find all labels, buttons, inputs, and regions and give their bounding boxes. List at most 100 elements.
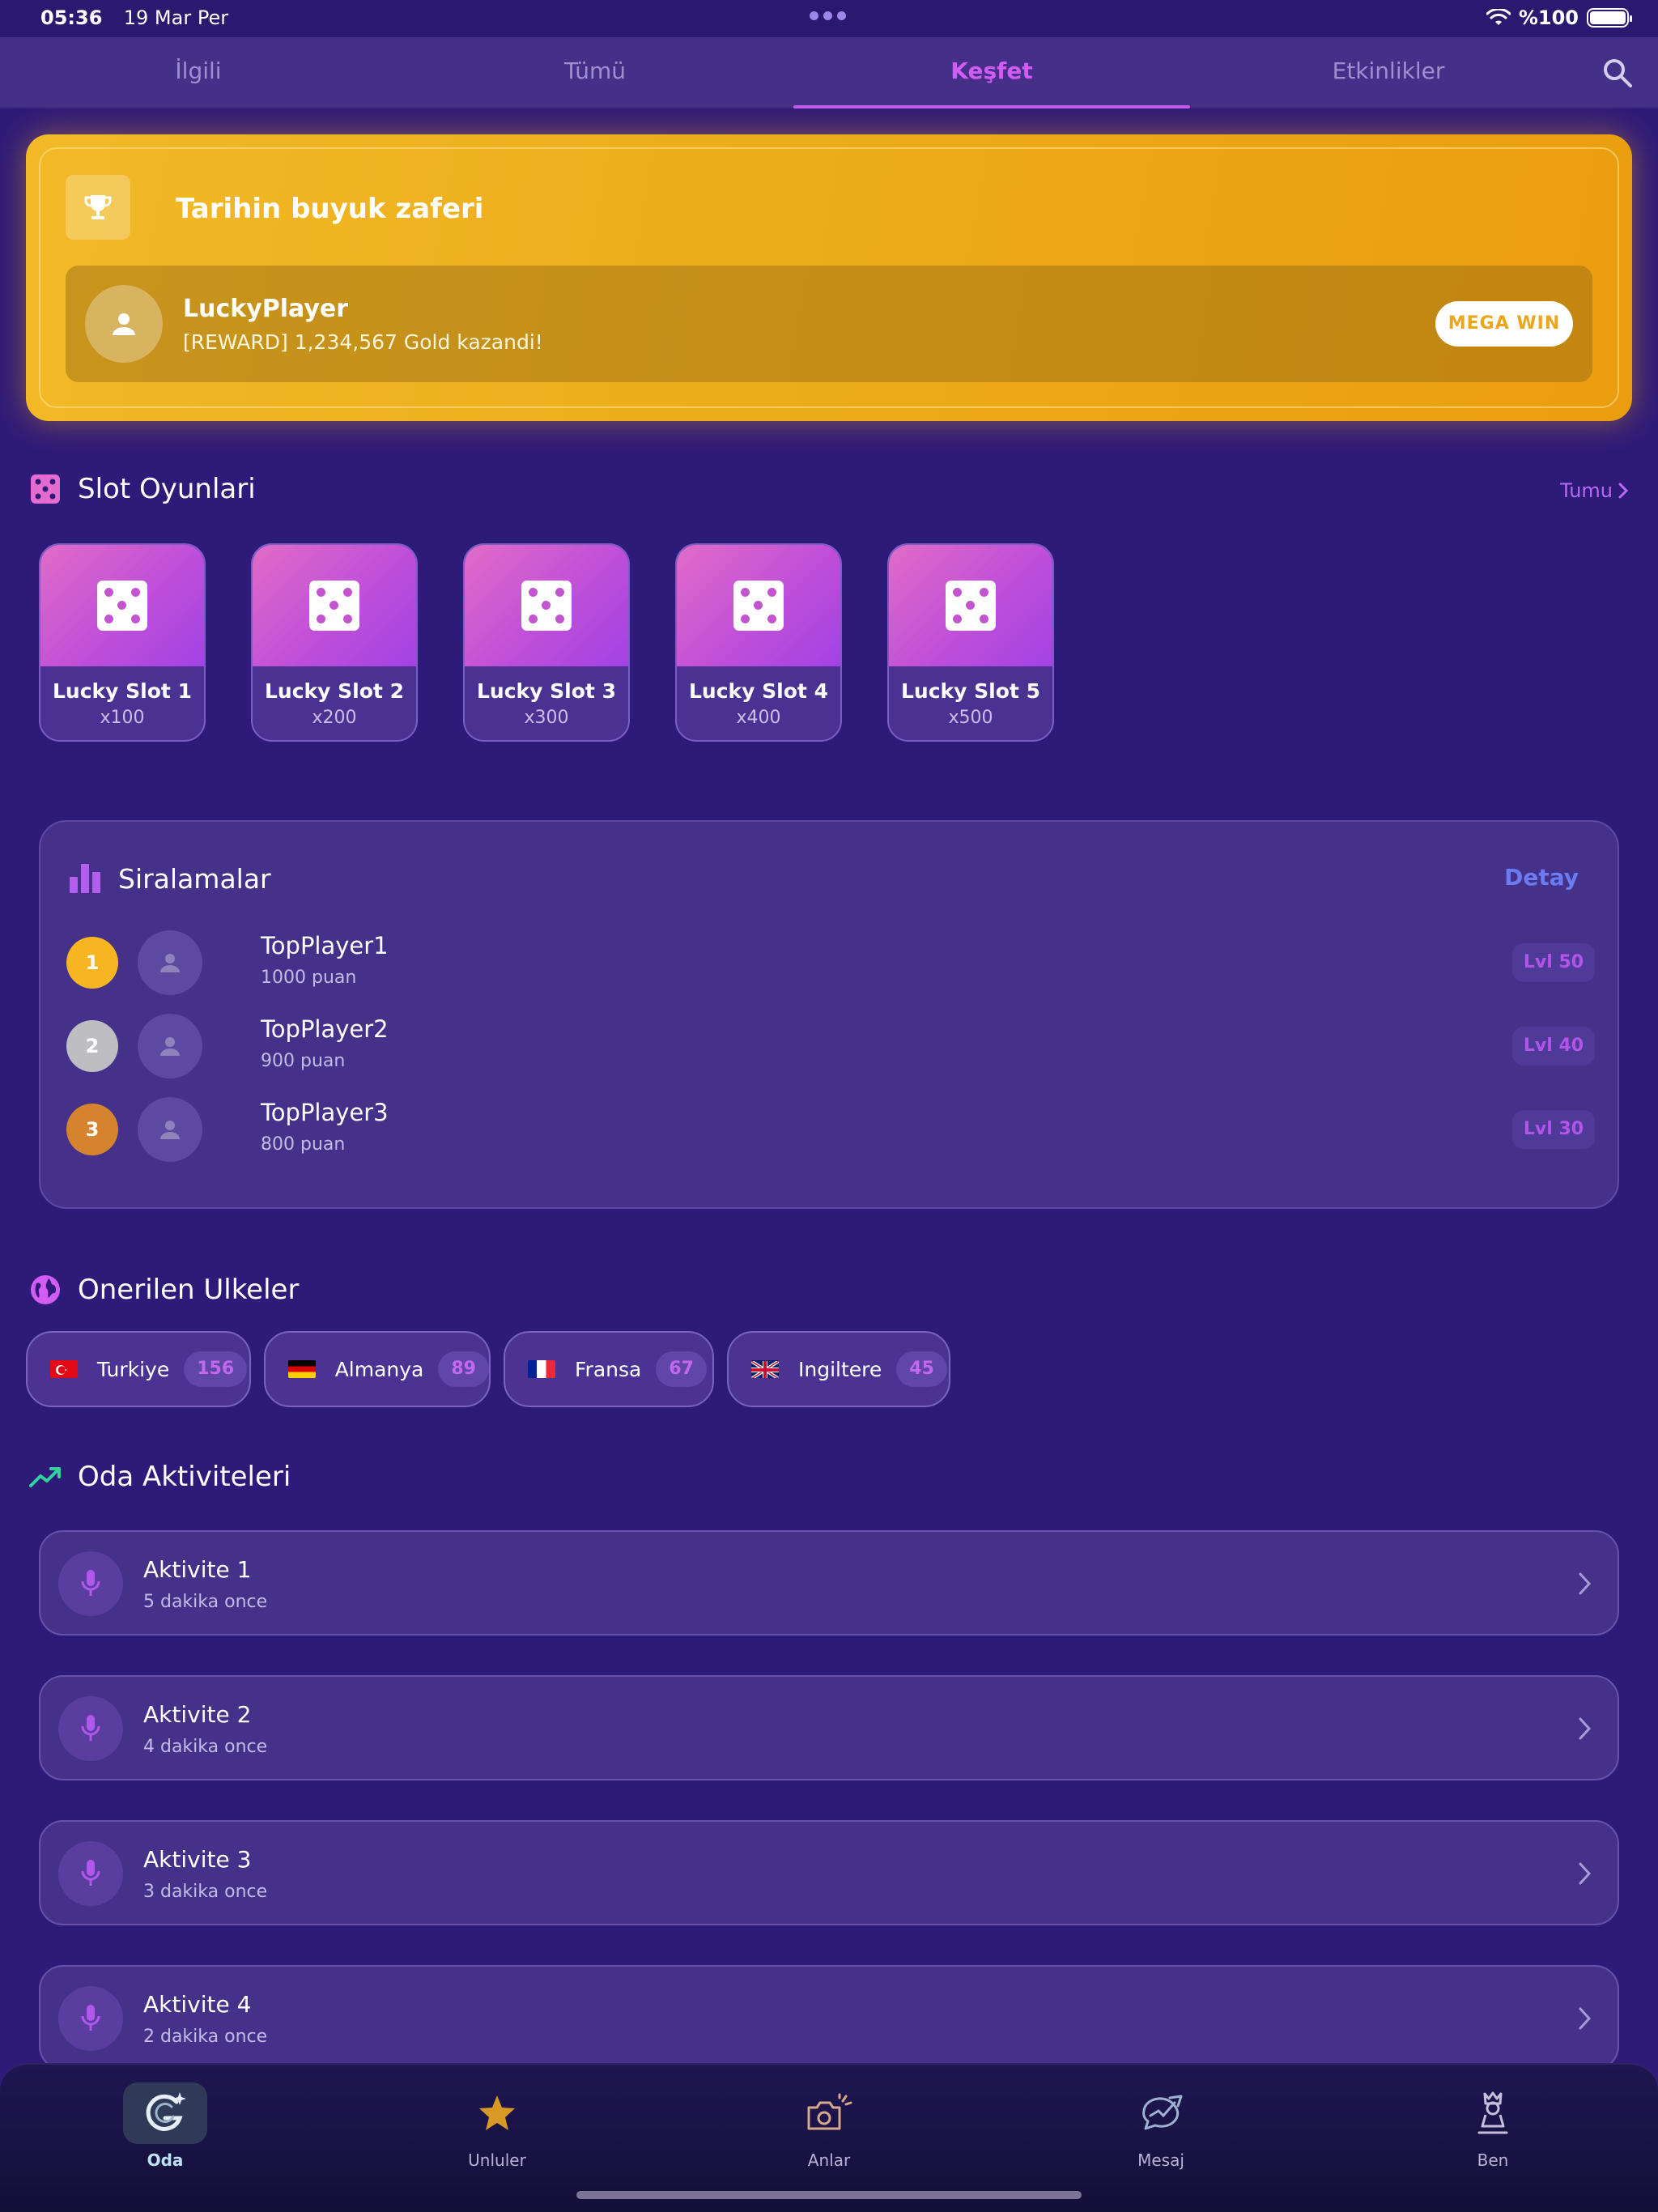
home-indicator[interactable] — [576, 2191, 1082, 2199]
country-chip-turkiye[interactable]: Turkiye 156 — [26, 1331, 251, 1407]
status-date: 19 Mar Per — [123, 6, 229, 29]
slot-card[interactable]: Lucky Slot 4 x400 — [675, 543, 842, 742]
france-flag-icon — [528, 1360, 555, 1378]
wifi-icon — [1486, 9, 1511, 25]
ranking-row[interactable]: 3 TopPlayer3 800 puan Lvl 30 — [66, 1097, 1595, 1162]
nav-mesaj[interactable]: Mesaj — [1080, 2082, 1242, 2170]
battery-percent: %100 — [1518, 6, 1579, 29]
winner-message: [REWARD] 1,234,567 Gold kazandi! — [183, 330, 543, 354]
microphone-icon — [58, 1696, 123, 1761]
tab-ilgili[interactable]: İlgili — [0, 37, 397, 108]
person-icon — [160, 954, 180, 972]
activity-time: 5 dakika once — [143, 1592, 268, 1612]
search-icon[interactable] — [1600, 55, 1635, 91]
microphone-icon — [58, 1841, 123, 1906]
activity-time: 3 dakika once — [143, 1882, 268, 1902]
player-name: TopPlayer1 — [261, 932, 389, 959]
player-points: 1000 puan — [261, 968, 357, 988]
activity-title: Aktivite 2 — [143, 1701, 252, 1728]
activity-row[interactable]: Aktivite 1 5 dakika once — [39, 1530, 1619, 1636]
room-logo-icon — [123, 2082, 207, 2144]
nav-ben[interactable]: Ben — [1412, 2082, 1574, 2170]
level-badge: Lvl 50 — [1512, 943, 1595, 982]
slot-card[interactable]: Lucky Slot 2 x200 — [251, 543, 418, 742]
activity-row[interactable]: Aktivite 4 2 dakika once — [39, 1965, 1619, 2070]
country-count: 156 — [184, 1351, 248, 1387]
chevron-right-icon — [1579, 2007, 1592, 2030]
avatar — [138, 930, 202, 995]
status-bar: 05:36 19 Mar Per %100 — [0, 0, 1658, 37]
dice-icon — [733, 581, 784, 631]
status-time: 05:36 — [40, 6, 103, 29]
slots-section-header: Slot Oyunlari — [29, 473, 256, 505]
section-title: Onerilen Ulkeler — [78, 1274, 300, 1306]
ranking-row[interactable]: 1 TopPlayer1 1000 puan Lvl 50 — [66, 930, 1595, 995]
slot-multiplier: x100 — [100, 708, 145, 728]
top-tabs: İlgili Tümü Keşfet Etkinlikler — [0, 37, 1658, 108]
rank-badge: 1 — [66, 937, 118, 989]
slot-multiplier: x200 — [312, 708, 357, 728]
bottom-nav: Oda Unluler Anlar Mesaj Ben — [0, 2063, 1658, 2212]
person-icon — [160, 1037, 180, 1056]
message-icon — [1119, 2082, 1203, 2144]
chevron-right-icon — [1618, 483, 1629, 499]
germany-flag-icon — [288, 1360, 316, 1378]
nav-label: Oda — [147, 2150, 184, 2170]
player-points: 800 puan — [261, 1134, 346, 1155]
slot-name: Lucky Slot 5 — [901, 679, 1040, 703]
activity-time: 2 dakika once — [143, 2027, 268, 2047]
country-count: 89 — [438, 1351, 489, 1387]
ranking-row[interactable]: 2 TopPlayer2 900 puan Lvl 40 — [66, 1014, 1595, 1078]
winner-name: LuckyPlayer — [183, 295, 349, 323]
country-name: Almanya — [334, 1357, 424, 1381]
multitask-dots-icon[interactable] — [810, 11, 846, 20]
nav-label: Ben — [1477, 2150, 1509, 2170]
activity-title: Aktivite 1 — [143, 1556, 252, 1583]
battery-icon — [1587, 8, 1632, 28]
slot-card[interactable]: Lucky Slot 1 x100 — [39, 543, 206, 742]
winner-row: LuckyPlayer [REWARD] 1,234,567 Gold kaza… — [66, 266, 1592, 382]
rankings-card: Siralamalar Detay 1 TopPlayer1 1000 puan… — [39, 820, 1619, 1209]
nav-oda[interactable]: Oda — [84, 2082, 246, 2170]
country-chip-almanya[interactable]: Almanya 89 — [264, 1331, 491, 1407]
country-count: 67 — [656, 1351, 707, 1387]
nav-anlar[interactable]: Anlar — [748, 2082, 910, 2170]
dice-icon — [946, 581, 996, 631]
mega-win-badge[interactable]: MEGA WIN — [1435, 301, 1573, 347]
detail-link[interactable]: Detay — [1504, 864, 1579, 891]
dice-icon — [309, 581, 359, 631]
see-all-slots-link[interactable]: Tumu — [1560, 479, 1629, 502]
tab-etkinlikler[interactable]: Etkinlikler — [1190, 37, 1587, 108]
uk-flag-icon — [751, 1360, 779, 1378]
rank-badge: 2 — [66, 1020, 118, 1072]
globe-icon — [29, 1274, 62, 1306]
tab-kesfet[interactable]: Keşfet — [793, 37, 1190, 108]
activity-row[interactable]: Aktivite 2 4 dakika once — [39, 1675, 1619, 1780]
person-icon — [113, 313, 135, 335]
country-count: 45 — [896, 1351, 947, 1387]
slot-name: Lucky Slot 2 — [265, 679, 404, 703]
nav-unluler[interactable]: Unluler — [416, 2082, 578, 2170]
activity-row[interactable]: Aktivite 3 3 dakika once — [39, 1820, 1619, 1925]
slot-card[interactable]: Lucky Slot 3 x300 — [463, 543, 630, 742]
slot-multiplier: x500 — [948, 708, 993, 728]
slot-name: Lucky Slot 4 — [689, 679, 828, 703]
star-icon — [455, 2082, 539, 2144]
dice-icon — [97, 581, 147, 631]
countries-section-header: Onerilen Ulkeler — [29, 1274, 299, 1306]
slot-card[interactable]: Lucky Slot 5 x500 — [887, 543, 1054, 742]
rank-badge: 3 — [66, 1104, 118, 1155]
dice-icon — [29, 473, 62, 505]
player-name: TopPlayer3 — [261, 1099, 389, 1126]
tab-tumu[interactable]: Tümü — [397, 37, 793, 108]
level-badge: Lvl 40 — [1512, 1027, 1595, 1066]
bar-chart-icon — [70, 864, 100, 893]
banner-title: Tarihin buyuk zaferi — [176, 193, 484, 225]
avatar — [85, 285, 163, 363]
country-chip-ingiltere[interactable]: Ingiltere 45 — [727, 1331, 950, 1407]
trophy-icon — [66, 175, 130, 240]
country-chip-fransa[interactable]: Fransa 67 — [504, 1331, 714, 1407]
profile-icon — [1451, 2082, 1535, 2144]
nav-label: Mesaj — [1137, 2150, 1184, 2170]
top-win-banner[interactable]: Tarihin buyuk zaferi LuckyPlayer [REWARD… — [26, 134, 1632, 421]
